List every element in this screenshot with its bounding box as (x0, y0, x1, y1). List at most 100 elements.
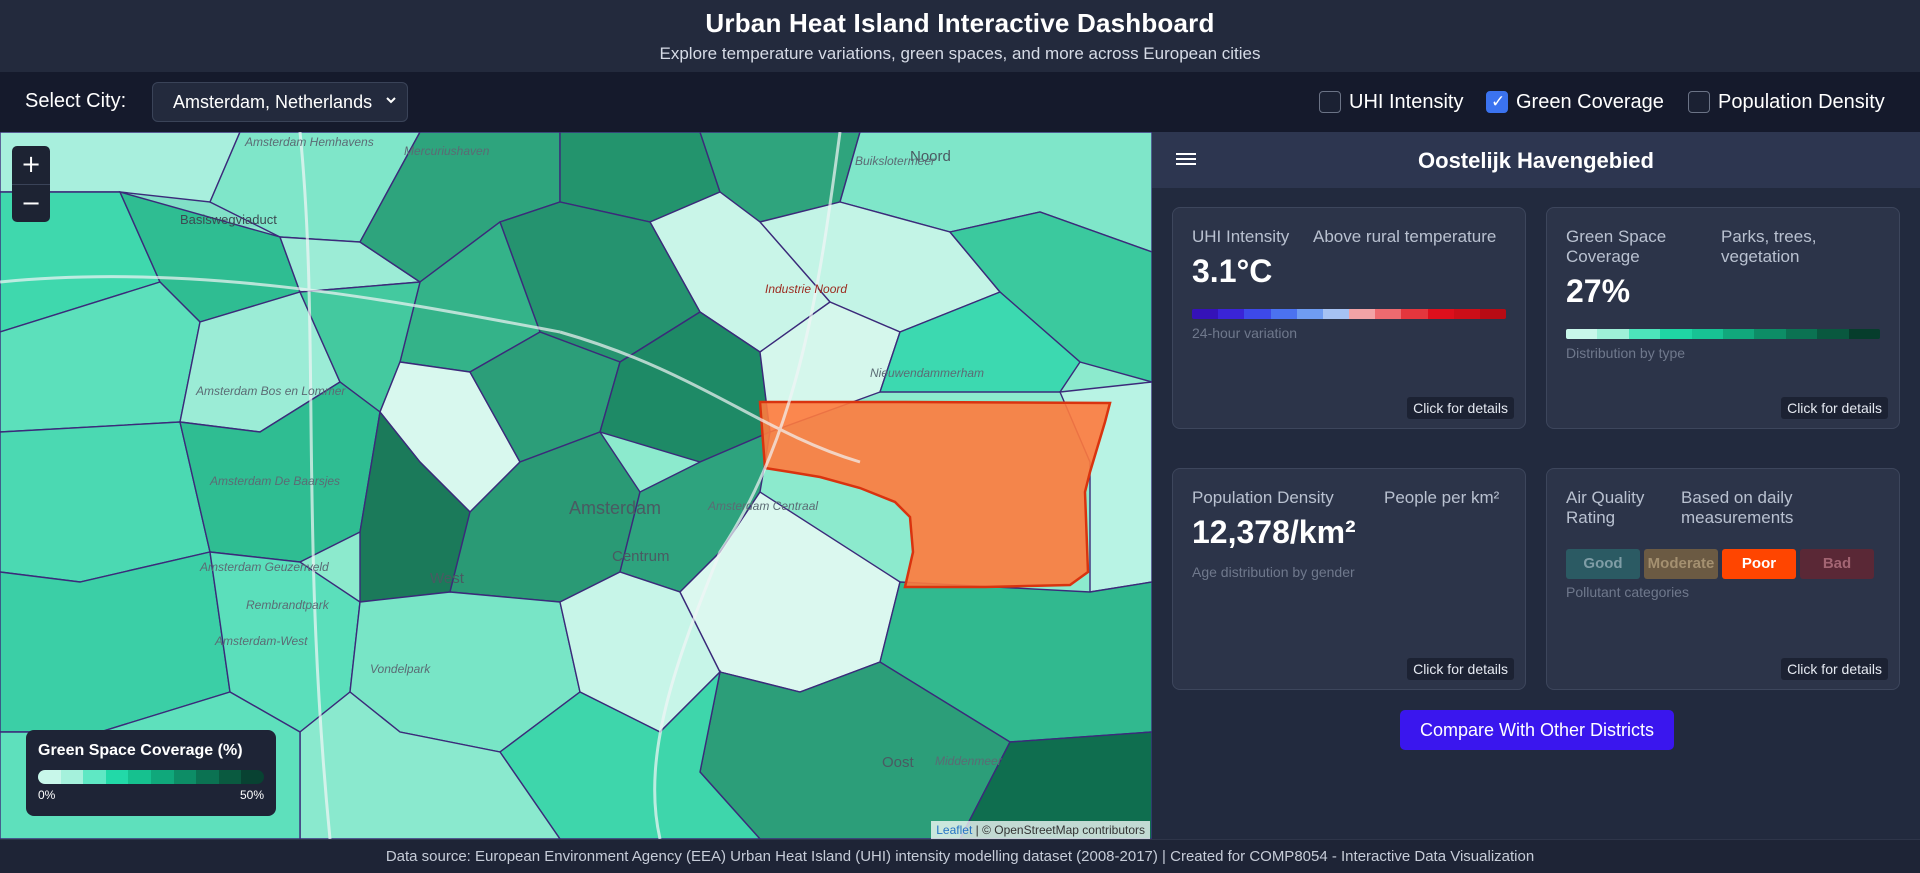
legend-max-label: 50% (239, 788, 264, 802)
legend-color-step (128, 770, 151, 784)
air-quality-card[interactable]: Air Quality Rating Based on daily measur… (1546, 468, 1900, 690)
map-label-mercurius: Mercuriushaven (404, 144, 490, 158)
green-bar-segment (1785, 329, 1818, 339)
toggle-label: Green Coverage (1516, 90, 1664, 113)
page-title: Urban Heat Island Interactive Dashboard (705, 8, 1215, 38)
card-note: Distribution by type (1566, 345, 1686, 361)
zoom-in-button[interactable]: + (12, 146, 50, 184)
map-label-vondelpark: Vondelpark (370, 662, 431, 676)
uhi-intensity-checkbox[interactable] (1319, 91, 1341, 113)
toggle-label: Population Density (1718, 90, 1885, 113)
rating-bad[interactable]: Bad (1800, 549, 1874, 579)
map-label-oost: Oost (882, 754, 914, 771)
population-details-button[interactable]: Click for details (1407, 658, 1514, 680)
green-bar-segment (1597, 329, 1629, 339)
legend-color-step (60, 770, 84, 784)
legend-color-step (173, 770, 197, 784)
air-quality-details-button[interactable]: Click for details (1781, 658, 1888, 680)
map-label-hemhavens: Amsterdam Hemhavens (245, 135, 374, 149)
uhi-bar-segment (1192, 309, 1219, 319)
green-coverage-checkbox[interactable] (1486, 91, 1508, 113)
population-density-checkbox[interactable] (1688, 91, 1710, 113)
chevron-down-icon (386, 97, 396, 104)
rating-good[interactable]: Good (1566, 549, 1640, 579)
legend-color-step (241, 770, 264, 784)
legend-color-step (83, 770, 106, 784)
green-bar-segment (1691, 329, 1724, 339)
uhi-bar-segment (1453, 309, 1480, 319)
map-label-geuzenveld: Amsterdam Geuzenveld (200, 560, 329, 574)
legend-color-step (150, 770, 174, 784)
green-distribution-bar[interactable] (1566, 329, 1880, 339)
uhi-bar-segment (1401, 309, 1428, 319)
map-label-buikslotermeer: Buikslotermeer (855, 154, 936, 168)
card-label: Population Density (1192, 488, 1334, 507)
card-sublabel: Based on daily measurements (1681, 488, 1794, 527)
toggle-label: UHI Intensity (1349, 90, 1464, 113)
zoom-control: + − (12, 146, 50, 222)
map-label-industrie-noord: Industrie Noord (765, 282, 848, 296)
leaflet-link[interactable]: Leaflet (936, 823, 972, 837)
uhi-bar-segment (1218, 309, 1245, 319)
uhi-bar-segment (1322, 309, 1350, 319)
city-select-label: Select City: (25, 90, 127, 112)
population-density-card[interactable]: Population Density People per km² 12,378… (1172, 468, 1526, 690)
green-details-button[interactable]: Click for details (1781, 397, 1888, 419)
legend-color-step (218, 770, 242, 784)
city-select[interactable]: Amsterdam, Netherlands (152, 82, 408, 122)
toggle-uhi-intensity[interactable]: UHI Intensity (1319, 89, 1463, 115)
panel-header: Oostelijk Havengebied (1152, 132, 1920, 188)
uhi-bar-segment (1244, 309, 1271, 319)
compare-districts-button[interactable]: Compare With Other Districts (1400, 710, 1674, 750)
district-panel: Oostelijk Havengebied UHI Intensity Abov… (1152, 132, 1920, 839)
uhi-intensity-card[interactable]: UHI Intensity Above rural temperature 3.… (1172, 207, 1526, 429)
map-label-amsterdam: Amsterdam (569, 498, 662, 518)
card-label: Green Space Coverage (1566, 227, 1667, 266)
uhi-bar-segment (1375, 309, 1402, 319)
green-bar-segment (1628, 329, 1661, 339)
district-polygon[interactable] (0, 421, 211, 583)
card-sublabel: People per km² (1384, 488, 1500, 507)
green-bar-segment (1817, 329, 1849, 339)
legend-color-step (196, 770, 219, 784)
dashboard-header: Urban Heat Island Interactive Dashboard … (0, 0, 1920, 72)
map-label-amsterdam-west: Amsterdam-West (215, 634, 308, 648)
uhi-value: 3.1°C (1192, 253, 1273, 289)
legend-color-scale (38, 770, 264, 784)
map-attribution: Leaflet | © OpenStreetMap contributors (931, 821, 1150, 839)
district-name: Oostelijk Havengebied (1418, 148, 1654, 173)
population-value: 12,378/km² (1192, 514, 1356, 550)
uhi-bar-segment (1427, 309, 1454, 319)
green-value: 27% (1566, 273, 1631, 309)
card-label: Air Quality Rating (1566, 488, 1645, 527)
rating-moderate[interactable]: Moderate (1644, 549, 1718, 579)
legend-color-step (38, 770, 61, 784)
green-bar-segment (1754, 329, 1786, 339)
legend-min-label: 0% (38, 788, 56, 802)
uhi-bar-segment (1296, 309, 1323, 319)
green-bar-segment (1566, 329, 1598, 339)
toggle-population-density[interactable]: Population Density (1688, 89, 1885, 115)
city-select-value: Amsterdam, Netherlands (173, 92, 373, 112)
map-view[interactable]: Amsterdam Noord Centrum West Oost Basisw… (0, 132, 1152, 839)
toggle-green-coverage[interactable]: Green Coverage (1486, 89, 1664, 115)
map-label-nieuwendammerham: Nieuwendammerham (870, 366, 985, 380)
map-label-amsterdam-centraal: Amsterdam Centraal (708, 499, 819, 513)
card-sublabel: Parks, trees, vegetation (1721, 227, 1817, 266)
map-label-middenmeer: Middenmeer (935, 754, 1002, 768)
uhi-details-button[interactable]: Click for details (1407, 397, 1514, 419)
map-label-de-baarsjes: Amsterdam De Baarsjes (210, 474, 341, 488)
uhi-bar-segment (1479, 309, 1506, 319)
map-label-basisweg: Basisweg­viaduct (180, 212, 277, 227)
uhi-variation-bar[interactable] (1192, 309, 1506, 319)
card-note: Pollutant categories (1566, 584, 1689, 600)
rating-poor[interactable]: Poor (1722, 549, 1796, 579)
legend-title: Green Space Coverage (%) (38, 742, 243, 759)
card-note: Age distribution by gender (1192, 564, 1355, 580)
green-coverage-card[interactable]: Green Space Coverage Parks, trees, veget… (1546, 207, 1900, 429)
map-label-rembrandtpark: Rembrandtpark (246, 598, 329, 612)
air-quality-ratings: Good Moderate Poor Bad (1566, 549, 1874, 579)
osm-attribution[interactable]: | © OpenStreetMap contributors (976, 823, 1145, 837)
zoom-out-button[interactable]: − (12, 184, 50, 222)
card-sublabel: Above rural temperature (1313, 227, 1497, 246)
